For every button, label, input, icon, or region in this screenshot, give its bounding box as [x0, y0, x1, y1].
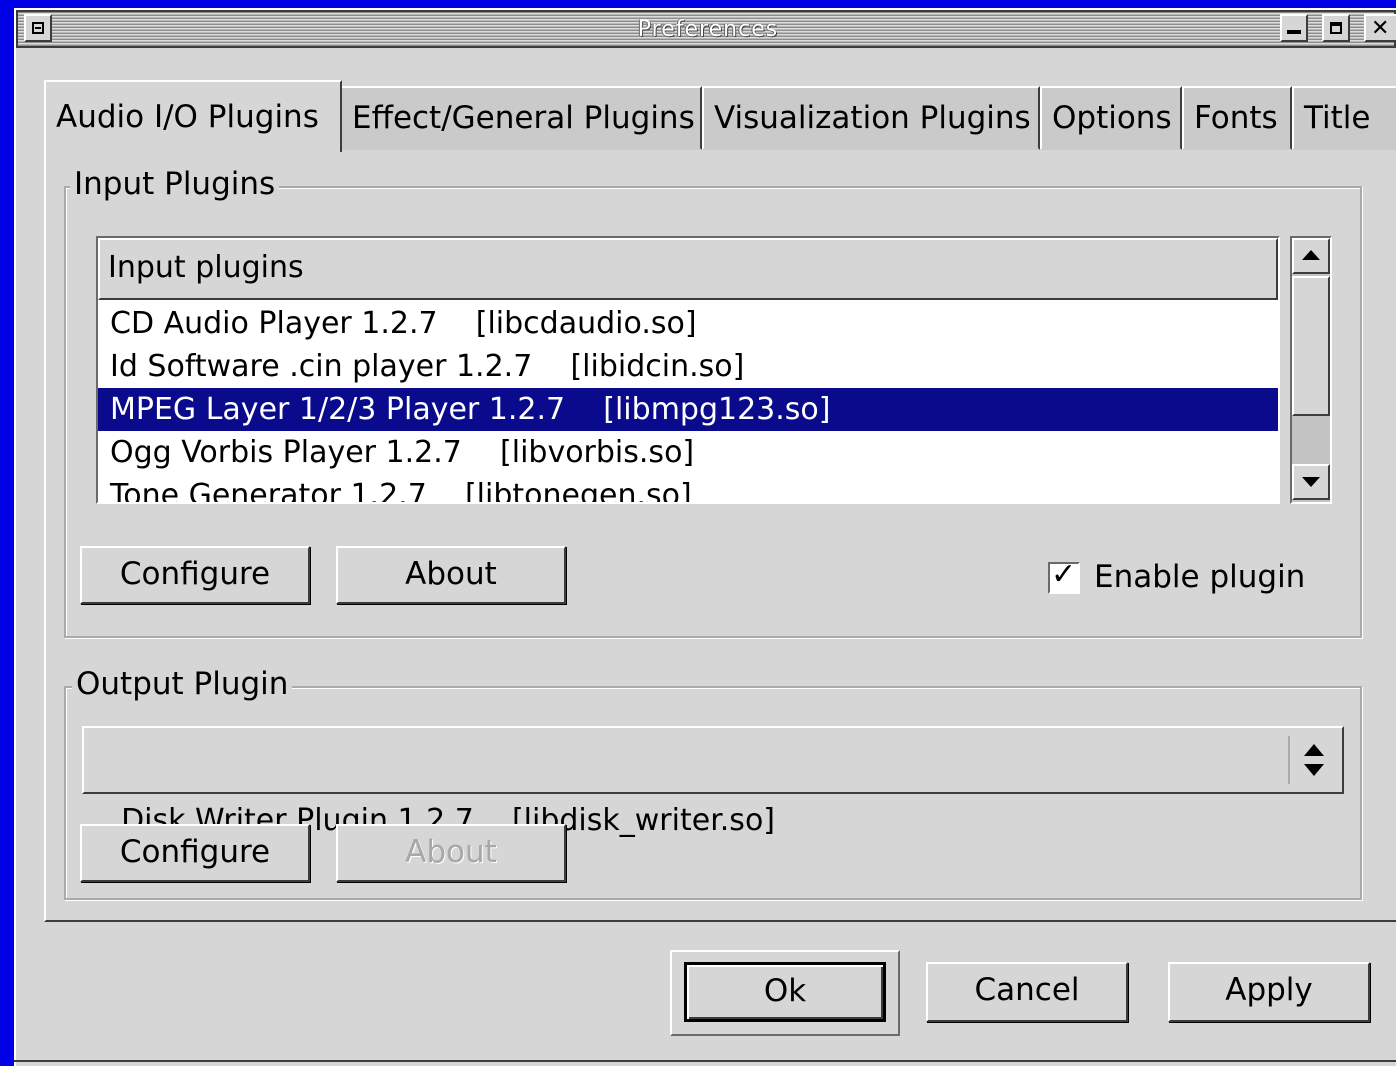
tab-label: Audio I/O Plugins [56, 99, 319, 135]
minimize-icon[interactable] [1280, 14, 1308, 42]
checkmark-icon: ✓ [1051, 557, 1077, 592]
list-item-selected[interactable]: MPEG Layer 1/2/3 Player 1.2.7 [libmpg123… [98, 388, 1278, 431]
tab-label: Effect/General Plugins [352, 100, 695, 136]
input-plugins-list[interactable]: Input plugins CD Audio Player 1.2.7 [lib… [96, 236, 1280, 504]
list-scrollbar[interactable] [1290, 236, 1332, 504]
window-menu-icon[interactable] [24, 14, 52, 42]
enable-plugin-checkbox[interactable]: ✓ [1048, 558, 1080, 594]
window-bottom-edge [14, 1060, 1396, 1062]
tab-options[interactable]: Options [1040, 86, 1182, 150]
list-item[interactable]: CD Audio Player 1.2.7 [libcdaudio.so] [98, 302, 1278, 345]
maximize-icon[interactable] [1322, 14, 1350, 42]
input-plugins-frame-label: Input Plugins [70, 166, 280, 202]
output-about-button: About [336, 824, 566, 882]
list-item[interactable]: Ogg Vorbis Player 1.2.7 [libvorbis.so] [98, 431, 1278, 474]
window-title: Preferences [637, 17, 779, 42]
list-column-header[interactable]: Input plugins [98, 238, 1278, 300]
title-bar[interactable]: Preferences [16, 10, 1396, 48]
tab-audio-io-plugins[interactable]: Audio I/O Plugins [44, 80, 342, 152]
cancel-button[interactable]: Cancel [926, 962, 1128, 1022]
tab-label: Title [1304, 100, 1371, 136]
apply-button[interactable]: Apply [1168, 962, 1370, 1022]
tab-visualization-plugins[interactable]: Visualization Plugins [702, 86, 1040, 150]
tab-title[interactable]: Title [1292, 86, 1396, 150]
enable-plugin-label[interactable]: Enable plugin [1094, 556, 1305, 598]
scroll-up-arrow-icon[interactable] [1292, 238, 1330, 274]
ok-button[interactable]: Ok [684, 962, 886, 1022]
list-item[interactable]: Tone Generator 1.2.7 [libtonegen.so] [98, 474, 1278, 502]
input-about-button[interactable]: About [336, 546, 566, 604]
tab-fonts[interactable]: Fonts [1182, 86, 1292, 150]
scrollbar-thumb[interactable] [1292, 276, 1330, 416]
output-plugin-frame-label: Output Plugin [72, 666, 293, 702]
tab-label: Options [1052, 100, 1172, 136]
list-item[interactable]: Id Software .cin player 1.2.7 [libidcin.… [98, 345, 1278, 388]
tab-effect-general-plugins[interactable]: Effect/General Plugins [340, 86, 702, 150]
input-configure-button[interactable]: Configure [80, 546, 310, 604]
output-configure-button[interactable]: Configure [80, 824, 310, 882]
tab-label: Fonts [1194, 100, 1278, 136]
tab-label: Visualization Plugins [714, 100, 1031, 136]
updown-arrows-icon [1288, 736, 1338, 784]
output-plugin-select[interactable]: Disk Writer Plugin 1.2.7 [libdisk_writer… [82, 726, 1344, 838]
close-icon[interactable]: ✕ [1364, 14, 1396, 42]
scroll-down-arrow-icon[interactable] [1292, 464, 1330, 500]
